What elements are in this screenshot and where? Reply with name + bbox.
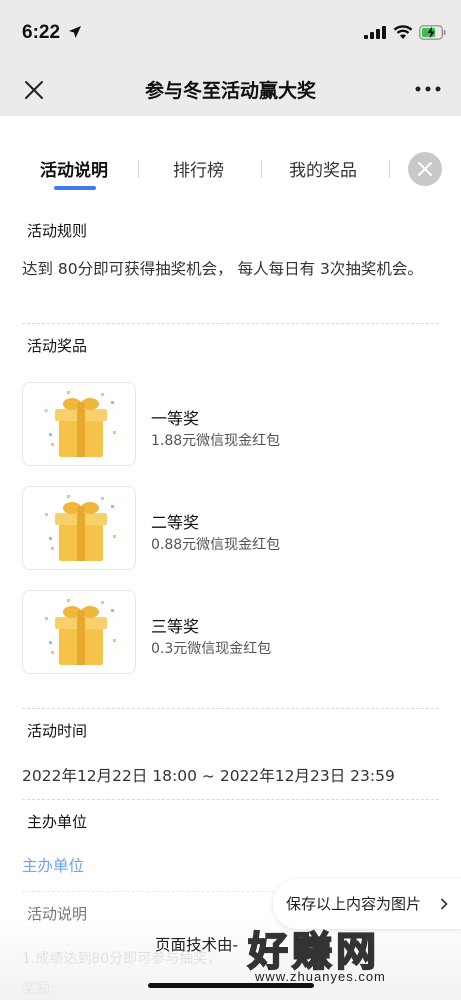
- divider: [22, 708, 439, 709]
- prize-name: 二等奖: [151, 513, 200, 532]
- nav-bar: 参与冬至活动赢大奖: [0, 64, 461, 116]
- prize-desc: 0.88元微信现金红包: [151, 537, 281, 553]
- divider: [22, 323, 439, 324]
- panel-close-button[interactable]: [408, 152, 442, 186]
- close-icon: [418, 162, 432, 176]
- tab-my-prizes[interactable]: 我的奖品: [289, 156, 357, 181]
- description-line: 奖励:: [22, 981, 55, 997]
- divider: [22, 799, 439, 800]
- home-indicator: [148, 983, 314, 988]
- rules-text: 达到 80分即可获得抽奖机会， 每人每日有 3次抽奖机会。: [22, 260, 423, 278]
- gift-box-icon: [44, 391, 116, 457]
- tab-active-indicator: [54, 186, 96, 190]
- prize-desc: 1.88元微信现金红包: [151, 433, 281, 449]
- page-title: 参与冬至活动赢大奖: [144, 80, 316, 102]
- signal-icon: [364, 26, 386, 39]
- section-heading-rules: 活动规则: [22, 219, 93, 247]
- tab-divider: [389, 160, 390, 178]
- more-options-icon[interactable]: [414, 84, 442, 94]
- section-heading-prizes: 活动奖品: [22, 334, 93, 362]
- prize-image-card: [22, 590, 136, 674]
- location-arrow-icon: [69, 26, 81, 38]
- tech-support-text: 页面技术由-: [155, 936, 239, 954]
- gift-box-icon: [45, 599, 116, 665]
- section-heading-time: 活动时间: [22, 719, 93, 747]
- prize-image-card: [22, 382, 136, 466]
- chevron-right-icon: [440, 898, 448, 910]
- tab-divider: [261, 160, 262, 178]
- status-time: 6:22: [22, 22, 61, 43]
- content-panel: 活动说明 排行榜 我的奖品 活动规则 达到 80分即可获得抽奖机会， 每人每日有…: [0, 116, 461, 1000]
- prize-name: 一等奖: [151, 409, 200, 428]
- gift-box-icon: [45, 495, 116, 561]
- section-heading-organizer: 主办单位: [22, 810, 93, 838]
- watermark-url: www.zhuanyes.com: [255, 969, 386, 984]
- tab-activity-description[interactable]: 活动说明: [40, 156, 108, 181]
- tab-leaderboard[interactable]: 排行榜: [173, 156, 224, 181]
- tab-divider: [138, 160, 139, 178]
- prize-name: 三等奖: [151, 617, 200, 636]
- section-heading-description: 活动说明: [22, 902, 93, 930]
- tab-bar: 活动说明 排行榜 我的奖品: [0, 116, 461, 206]
- battery-charging-icon: [419, 25, 446, 40]
- wifi-icon: [393, 25, 413, 39]
- organizer-link[interactable]: 主办单位: [22, 854, 84, 876]
- status-bar: 6:22: [0, 0, 461, 64]
- activity-time-text: 2022年12月22日 18:00 ~ 2022年12月23日 23:59: [22, 767, 395, 785]
- prize-image-card: [22, 486, 136, 570]
- prize-desc: 0.3元微信现金红包: [151, 641, 272, 657]
